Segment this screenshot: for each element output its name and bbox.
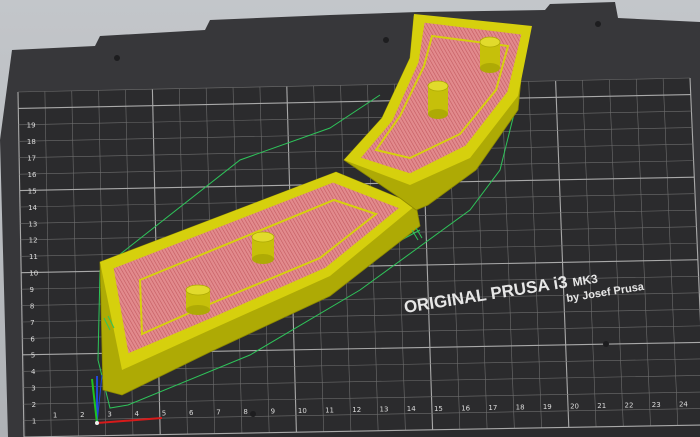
y-tick-label: 19: [27, 122, 36, 130]
x-tick-label: 17: [488, 404, 497, 412]
y-tick-label: 18: [27, 138, 36, 146]
peg-lower-right: [251, 231, 275, 264]
x-tick-label: 1: [53, 412, 57, 420]
y-tick-label: 15: [28, 187, 37, 195]
x-tick-label: 23: [652, 401, 661, 409]
peg-lower-left: [185, 284, 211, 315]
y-tick-label: 17: [27, 155, 36, 163]
x-tick-label: 20: [570, 402, 579, 410]
y-tick-label: 12: [29, 237, 38, 245]
x-tick-label: 18: [516, 403, 525, 411]
y-tick-label: 10: [29, 270, 38, 278]
x-tick-label: 10: [298, 407, 307, 415]
x-tick-label: 5: [162, 410, 166, 418]
y-tick-label: 1: [32, 417, 36, 425]
x-tick-label: 11: [325, 407, 334, 415]
y-tick-label: 16: [28, 171, 37, 179]
y-tick-label: 5: [31, 352, 35, 360]
x-tick-label: 19: [543, 403, 552, 411]
x-tick-label: 9: [271, 408, 275, 416]
y-tick-label: 11: [29, 253, 38, 261]
x-tick-label: 2: [80, 411, 84, 419]
x-tick-label: 3: [107, 411, 111, 419]
x-tick-label: 24: [679, 400, 688, 408]
y-tick-label: 4: [31, 368, 36, 376]
x-tick-label: 4: [135, 410, 140, 418]
y-tick-label: 14: [28, 204, 37, 212]
x-tick-label: 7: [216, 409, 220, 417]
peg-upper-left: [427, 80, 449, 119]
x-tick-label: 6: [189, 409, 194, 417]
y-tick-label: 8: [30, 302, 34, 310]
x-tick-label: 12: [352, 406, 361, 414]
x-tick-label: 13: [380, 406, 389, 414]
x-tick-label: 8: [243, 408, 247, 416]
x-tick-label: 21: [597, 402, 606, 410]
x-tick-label: 14: [407, 405, 416, 413]
print-bed-scene[interactable]: 1 2 3 4 5 6 7 8 9 10 11 12 13 14 15 16 17 18 19 20 21 22 23 241…: [0, 0, 700, 437]
y-tick-label: 3: [31, 385, 35, 393]
y-tick-label: 9: [30, 286, 34, 294]
x-tick-label: 22: [625, 401, 634, 409]
3d-viewport[interactable]: 1 2 3 4 5 6 7 8 9 10 11 12 13 14 15 16 17 18 19 20 21 22 23 24 1…: [0, 0, 700, 437]
y-tick-label: 7: [30, 319, 34, 327]
peg-upper-right: [479, 36, 501, 73]
x-tick-label: 15: [434, 405, 443, 413]
y-tick-label: 13: [28, 220, 37, 228]
y-tick-label: 6: [30, 335, 35, 343]
y-tick-label: 2: [32, 401, 36, 409]
x-tick-label: 16: [461, 404, 470, 412]
